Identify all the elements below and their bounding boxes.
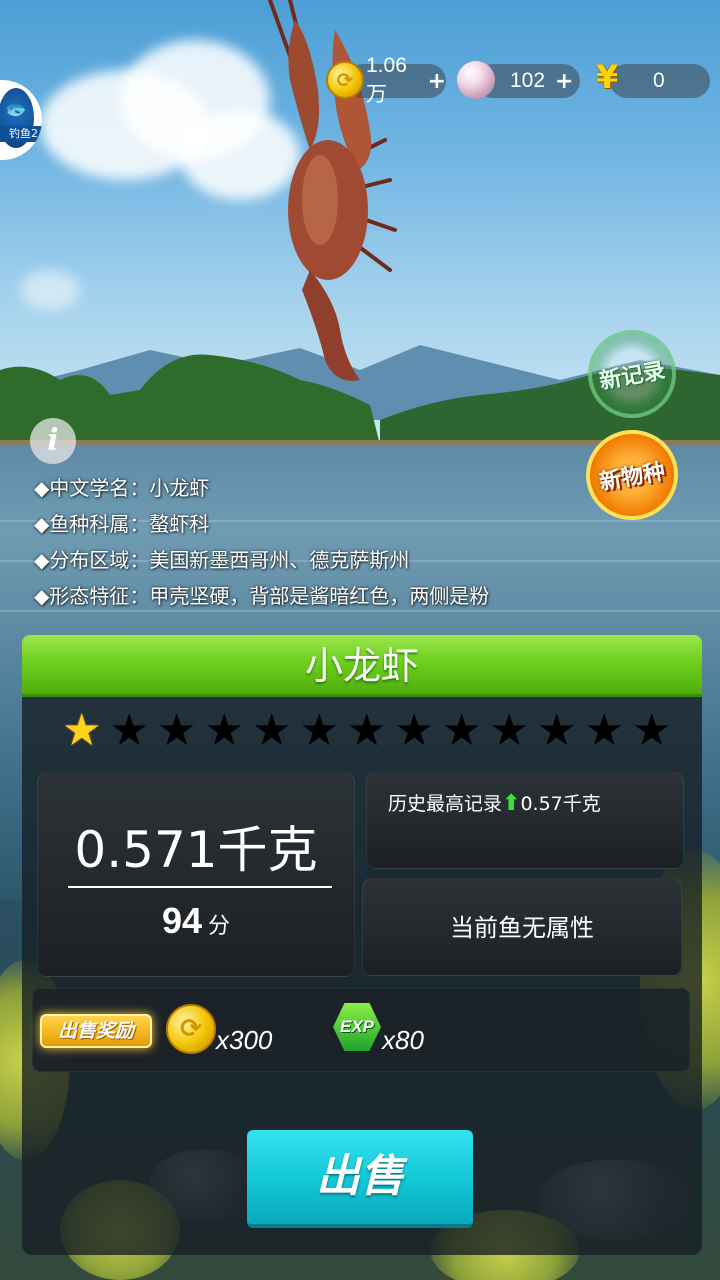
star-empty-icon: ★ <box>442 705 482 756</box>
star-empty-icon: ★ <box>157 705 197 756</box>
add-coins-button[interactable]: + <box>428 69 446 94</box>
score-unit: 分 <box>208 914 231 939</box>
cash-value: 0 <box>653 69 665 92</box>
star-empty-icon: ★ <box>489 705 529 756</box>
star-empty-icon: ★ <box>537 705 577 756</box>
cash-balance[interactable]: 0 <box>610 64 710 98</box>
star-empty-icon: ★ <box>394 705 434 756</box>
pearl-value: 102 <box>510 69 546 92</box>
history-value: 0.57千克 <box>520 793 601 815</box>
star-empty-icon: ★ <box>632 705 672 756</box>
star-empty-icon: ★ <box>252 705 292 756</box>
star-empty-icon: ★ <box>109 705 149 756</box>
add-pearls-button[interactable]: + <box>555 69 573 94</box>
score-value: 94 <box>161 900 203 941</box>
fish-icon: 🐟 <box>4 96 32 121</box>
info-scientific-name: ◆中文学名：小龙虾 <box>34 476 210 500</box>
star-empty-icon: ★ <box>584 705 624 756</box>
info-distribution: ◆分布区域：美国新墨西哥州、德克萨斯州 <box>34 548 410 572</box>
catch-score: 94 分 <box>40 900 352 942</box>
fish-title-bar: 小龙虾 <box>22 635 702 697</box>
exp-icon-text: EXP <box>339 1017 375 1036</box>
info-family: ◆鱼种科属：螯虾科 <box>34 512 210 536</box>
coin-icon: ⟳ <box>166 1004 216 1054</box>
history-record: 历史最高记录⬆0.57千克 <box>388 789 601 816</box>
fish-attribute: 当前鱼无属性 <box>450 914 594 942</box>
logo-text: 钓鱼2 <box>0 126 42 142</box>
info-morphology: ◆形态特征：甲壳坚硬，背部是酱暗红色，两侧是粉 <box>34 584 490 608</box>
weight-divider <box>68 886 332 888</box>
pearl-icon <box>457 61 495 99</box>
reward-exp-qty: x80 <box>382 1025 424 1055</box>
star-filled-icon: ★ <box>62 705 102 756</box>
history-record-box <box>366 772 684 869</box>
catch-weight: 0.571千克 <box>74 821 318 879</box>
coin-value: 1.06万 <box>366 54 407 106</box>
sell-button[interactable]: 出售 <box>247 1130 473 1228</box>
fish-info-list: ◆中文学名：小龙虾 ◆鱼种科属：螯虾科 ◆分布区域：美国新墨西哥州、德克萨斯州 … <box>34 474 634 618</box>
yen-icon: ¥ <box>596 58 619 96</box>
history-label: 历史最高记录 <box>388 793 503 815</box>
cloud <box>20 270 80 310</box>
up-arrow-icon: ⬆ <box>502 791 521 816</box>
coin-icon: ⟳ <box>326 61 364 99</box>
info-icon[interactable]: i <box>30 418 76 464</box>
fish-name: 小龙虾 <box>304 644 419 688</box>
reward-coins-qty: x300 <box>216 1025 273 1055</box>
star-empty-icon: ★ <box>204 705 244 756</box>
star-empty-icon: ★ <box>299 705 339 756</box>
star-empty-icon: ★ <box>347 705 387 756</box>
star-rating: ★ ★ ★ ★ ★ ★ ★ ★ ★ ★ ★ ★ ★ <box>58 708 678 754</box>
sell-reward-label: 出售奖励 <box>40 1014 152 1048</box>
